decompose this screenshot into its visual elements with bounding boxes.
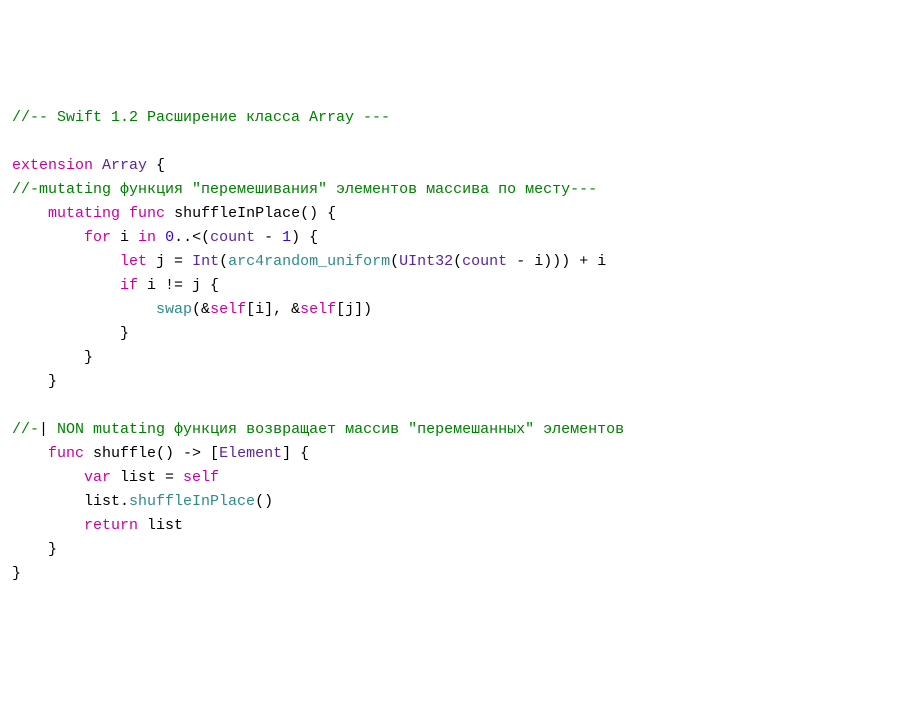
indent (12, 253, 120, 270)
indent (12, 205, 48, 222)
keyword-extension: extension (12, 157, 93, 174)
keyword-for: for (84, 229, 111, 246)
func-arc4random: arc4random_uniform (228, 253, 390, 270)
brace-close: } (12, 565, 21, 582)
brace: { (147, 157, 165, 174)
text: list = (111, 469, 183, 486)
type-int: Int (192, 253, 219, 270)
text: ( (219, 253, 228, 270)
indent (12, 517, 84, 534)
indent (12, 445, 48, 462)
comment-line: //-mutating функция "перемешивания" элем… (12, 181, 597, 198)
keyword-mutating: mutating (48, 205, 120, 222)
number-literal: 1 (282, 229, 291, 246)
code-block: //-- Swift 1.2 Расширение класса Array -… (12, 106, 888, 586)
text: list (138, 517, 183, 534)
text: ( (453, 253, 462, 270)
number-literal: 0 (165, 229, 174, 246)
keyword-func: func (129, 205, 165, 222)
text: i (111, 229, 138, 246)
text: ) { (291, 229, 318, 246)
comment-line: //-| NON mutating функция возвращает мас… (12, 421, 624, 438)
keyword-self: self (210, 301, 246, 318)
brace-close: } (12, 349, 93, 366)
text: list. (84, 493, 129, 510)
type-array: Array (102, 157, 147, 174)
func-swap: swap (156, 301, 192, 318)
indent (12, 469, 84, 486)
type-uint32: UInt32 (399, 253, 453, 270)
brace-close: } (12, 325, 129, 342)
keyword-let: let (120, 253, 147, 270)
keyword-self: self (300, 301, 336, 318)
text: ( (390, 253, 399, 270)
property-count: count (462, 253, 507, 270)
indent (12, 277, 120, 294)
keyword-var: var (84, 469, 111, 486)
text: [j]) (336, 301, 372, 318)
property-count: count (210, 229, 255, 246)
indent (12, 493, 84, 510)
text: ] { (282, 445, 309, 462)
func-name: shuffleInPlace() { (165, 205, 336, 222)
text: i != j { (138, 277, 219, 294)
keyword-return: return (84, 517, 138, 534)
text: (& (192, 301, 210, 318)
keyword-func: func (48, 445, 84, 462)
keyword-if: if (120, 277, 138, 294)
text: - i))) + i (507, 253, 606, 270)
indent (12, 229, 84, 246)
func-shuffleinplace: shuffleInPlace (129, 493, 255, 510)
keyword-self: self (183, 469, 219, 486)
text: - (255, 229, 282, 246)
func-name: shuffle() -> [ (84, 445, 219, 462)
type-element: Element (219, 445, 282, 462)
comment-line: //-- Swift 1.2 Расширение класса Array -… (12, 109, 390, 126)
indent (12, 301, 156, 318)
brace-close: } (12, 373, 57, 390)
brace-close: } (12, 541, 57, 558)
text: [i], & (246, 301, 300, 318)
text: j = (147, 253, 192, 270)
text: () (255, 493, 273, 510)
text-cursor: | (39, 421, 48, 438)
keyword-in: in (138, 229, 156, 246)
text: ..<( (174, 229, 210, 246)
text (156, 229, 165, 246)
